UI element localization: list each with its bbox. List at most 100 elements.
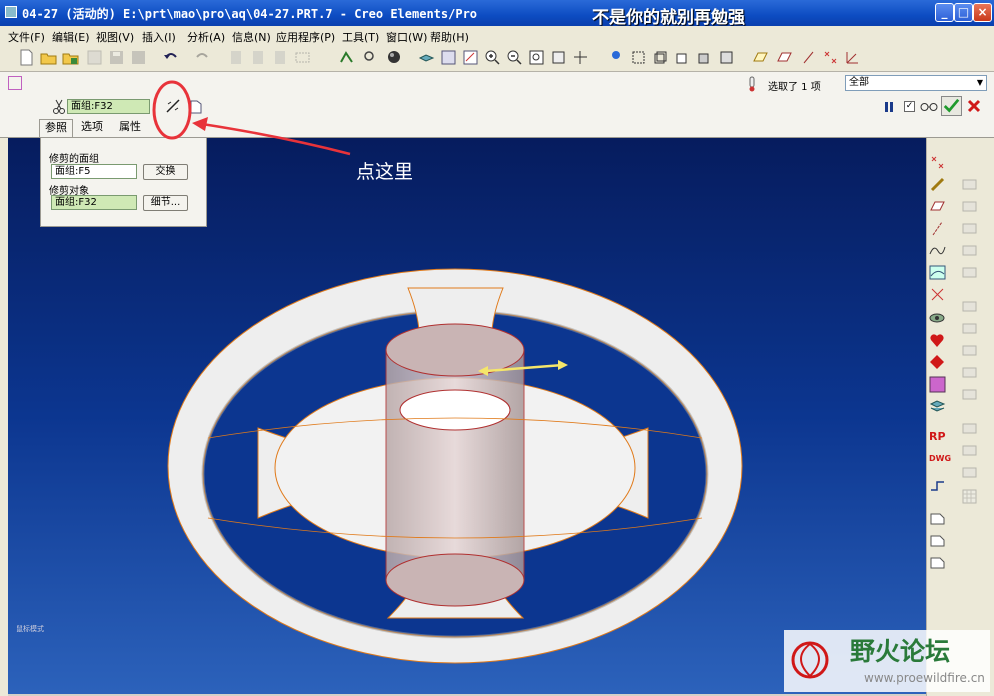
app-icon (5, 6, 17, 18)
tab-options[interactable]: 选项 (76, 119, 108, 137)
analysis-icon[interactable] (929, 376, 946, 393)
shell-tool-icon[interactable] (961, 198, 978, 215)
no-hidden-icon[interactable] (674, 49, 691, 66)
preview-checkbox[interactable]: ✓ (904, 101, 915, 112)
reorient-icon[interactable] (550, 49, 567, 66)
callout-arrow (201, 122, 351, 156)
callout-text: 点这里 (356, 161, 414, 183)
csys-display-icon[interactable] (844, 49, 861, 66)
forum-logo (791, 641, 829, 679)
project-tool-icon[interactable] (961, 464, 978, 481)
find-icon[interactable] (362, 49, 379, 66)
rib-tool-icon[interactable] (961, 220, 978, 237)
thicken-tool-icon[interactable] (961, 386, 978, 403)
close-window-icon[interactable] (86, 49, 103, 66)
selection-box-icon[interactable] (294, 49, 311, 66)
title-bar: 04-27 (活动的) E:\prt\mao\pro\aq\04-27.PRT.… (0, 0, 994, 28)
saved-views-icon[interactable] (462, 49, 479, 66)
regenerate-icon[interactable] (338, 49, 355, 66)
csys-tool-icon[interactable] (929, 286, 946, 303)
left-border (0, 138, 8, 696)
arrowhead-icon (192, 117, 208, 131)
selection-filter-select[interactable]: 全部 ▼ (845, 75, 987, 91)
redo-icon[interactable] (194, 49, 211, 66)
layer-stack-icon[interactable] (929, 398, 946, 415)
heart-icon[interactable] (929, 332, 946, 349)
glasses-icon[interactable] (920, 100, 938, 112)
sketch-tool-icon[interactable] (929, 264, 946, 281)
tab-references[interactable]: 参照 (39, 119, 73, 137)
pause-icon[interactable] (884, 101, 894, 113)
diamond-icon[interactable] (929, 354, 946, 371)
extend-tool-icon[interactable] (929, 554, 946, 571)
layers-icon[interactable] (418, 49, 435, 66)
hidden-line-icon[interactable] (652, 49, 669, 66)
datum-planes-icon[interactable] (752, 49, 769, 66)
appearance-sphere-icon[interactable] (386, 49, 403, 66)
save-copy-icon[interactable] (130, 49, 147, 66)
trim-tool-icon[interactable] (929, 510, 946, 527)
paste-icon[interactable] (272, 49, 289, 66)
new-file-icon[interactable] (18, 49, 35, 66)
ok-button[interactable] (941, 96, 962, 116)
selection-status: 选取了 1 项 (768, 82, 821, 93)
shading-icon[interactable] (696, 49, 713, 66)
solidify-tool-icon[interactable] (961, 420, 978, 437)
close-window-button[interactable]: × (973, 3, 992, 22)
undo-icon[interactable] (162, 49, 179, 66)
axis-tool-icon[interactable] (929, 176, 946, 193)
datum-points-icon[interactable] (800, 49, 817, 66)
menu-view[interactable]: 视图(V) (96, 29, 134, 45)
menu-edit[interactable]: 编辑(E) (52, 29, 90, 45)
menu-window[interactable]: 窗口(W) (386, 29, 427, 45)
dwg-icon[interactable]: DWG (929, 454, 951, 471)
trim-quilt-field[interactable]: 面组:F32 (67, 99, 150, 114)
maximize-button[interactable]: □ (954, 3, 973, 22)
curve-tool-icon[interactable] (929, 242, 946, 259)
menu-help[interactable]: 帮助(H) (430, 29, 469, 45)
view-tool-icon[interactable] (929, 310, 946, 327)
draft-tool-icon[interactable] (961, 242, 978, 259)
enhanced-shading-icon[interactable] (718, 49, 735, 66)
grid-tool-icon[interactable] (961, 488, 978, 505)
line-tool-icon[interactable] (929, 220, 946, 237)
view-manager-icon[interactable] (440, 49, 457, 66)
menu-applications[interactable]: 应用程序(P) (276, 29, 335, 45)
rp-icon[interactable]: RP (929, 430, 946, 447)
trim-object-field[interactable]: 面组:F32 (51, 195, 137, 210)
point-tool-icon[interactable] (929, 154, 946, 171)
merge-tool-icon[interactable] (929, 532, 946, 549)
hole-tool-icon[interactable] (961, 176, 978, 193)
zoom-out-icon[interactable] (506, 49, 523, 66)
menu-tools[interactable]: 工具(T) (342, 29, 379, 45)
pattern-tool-icon[interactable] (961, 342, 978, 359)
offset-tool-icon[interactable] (961, 364, 978, 381)
mirror-tool-icon[interactable] (961, 320, 978, 337)
round-tool-icon[interactable] (961, 264, 978, 281)
wireframe-icon[interactable] (630, 49, 647, 66)
intersect-tool-icon[interactable] (961, 442, 978, 459)
step-line-icon[interactable] (929, 478, 946, 495)
chamfer-tool-icon[interactable] (961, 298, 978, 315)
refit-icon[interactable] (528, 49, 545, 66)
menu-insert[interactable]: 插入(I) (142, 29, 176, 45)
zoom-in-icon[interactable] (484, 49, 501, 66)
datum-axes-icon[interactable] (776, 49, 793, 66)
cancel-icon[interactable] (967, 99, 981, 113)
cut-icon[interactable] (228, 49, 245, 66)
save-icon[interactable] (108, 49, 125, 66)
menu-info[interactable]: 信息(N) (232, 29, 271, 45)
open-folder-icon[interactable] (40, 49, 57, 66)
point-display-icon[interactable] (822, 49, 839, 66)
trimmed-quilt-field[interactable]: 面组:F5 (51, 164, 137, 179)
menu-analysis[interactable]: 分析(A) (187, 29, 225, 45)
mouse-mode-label: 鼠标模式 (16, 625, 44, 633)
datum-display-icon[interactable] (608, 49, 625, 66)
details-button[interactable]: 细节... (143, 195, 188, 211)
spin-center-icon[interactable] (572, 49, 589, 66)
plane-tool-icon[interactable] (929, 198, 946, 215)
minimize-button[interactable]: _ (935, 3, 954, 22)
menu-file[interactable]: 文件(F) (8, 29, 45, 45)
open-session-icon[interactable] (62, 49, 79, 66)
copy-icon[interactable] (250, 49, 267, 66)
